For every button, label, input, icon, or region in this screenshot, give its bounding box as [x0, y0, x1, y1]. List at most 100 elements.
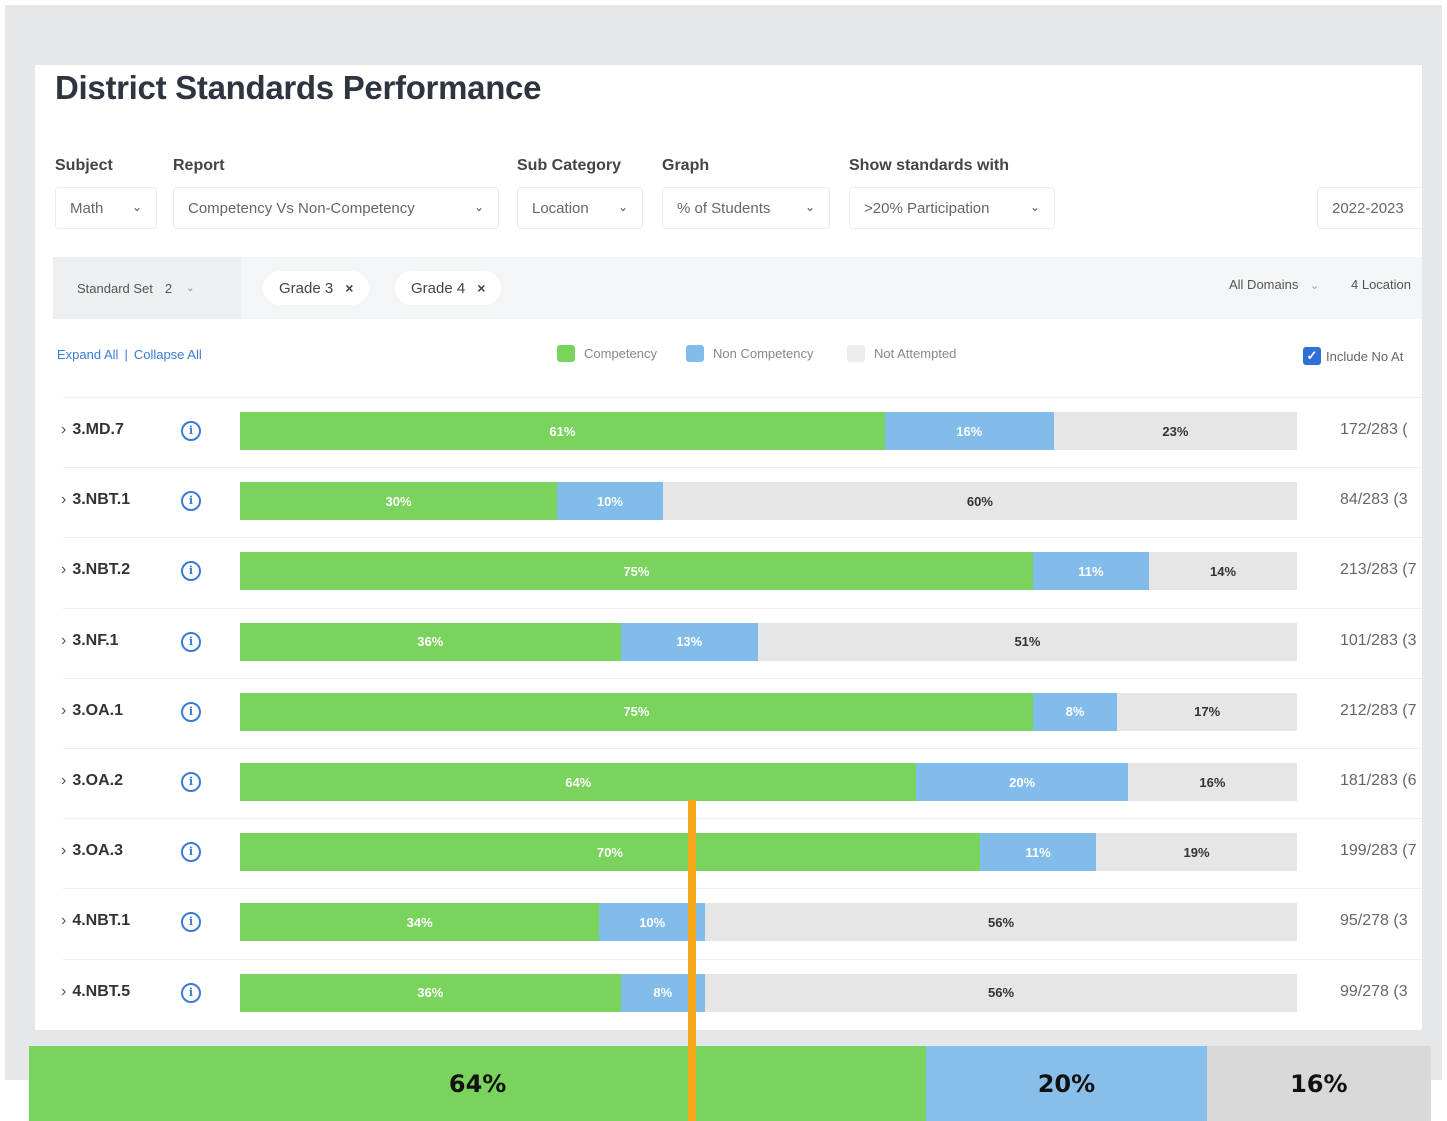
grade-chip[interactable]: Grade 4 × [395, 271, 502, 305]
bar-segment-not-attempted: 56% [705, 973, 1297, 1012]
sub-category-value: Location [532, 199, 589, 217]
subject-select[interactable]: Math ⌄ [55, 187, 157, 229]
standard-label[interactable]: › 3.OA.3 [61, 842, 123, 860]
standard-label[interactable]: › 3.NF.1 [61, 632, 119, 650]
info-icon[interactable]: i [181, 912, 201, 933]
student-count: 212/283 (7 [1340, 701, 1417, 719]
screenshot-frame: District Standards Performance Subject R… [5, 5, 1442, 1080]
subject-label: Subject [55, 157, 113, 174]
bar-segment-non-competency: 13% [620, 622, 758, 661]
bar-segment-not-attempted: 16% [1127, 763, 1297, 801]
standard-label[interactable]: › 4.NBT.5 [61, 983, 130, 1001]
report-card: District Standards Performance Subject R… [35, 65, 1422, 1030]
bar-segment-competency: 75% [240, 552, 1033, 591]
page-title: District Standards Performance [55, 69, 542, 106]
collapse-all-link[interactable]: Collapse All [134, 347, 202, 362]
report-select[interactable]: Competency Vs Non-Competency ⌄ [173, 187, 499, 229]
row-divider [63, 607, 1422, 609]
chevron-right-icon[interactable]: › [61, 772, 66, 789]
info-icon[interactable]: i [181, 491, 201, 512]
info-icon[interactable]: i [181, 701, 201, 722]
locations-value: 4 Location [1351, 277, 1411, 292]
info-icon[interactable]: i [181, 561, 201, 582]
data-label: 36% [417, 985, 444, 1001]
info-icon[interactable]: i [181, 982, 201, 1003]
info-icon[interactable]: i [181, 421, 201, 441]
standard-code: 3.MD.7 [72, 421, 124, 438]
chart-row[interactable]: › 3.OA.1 i 75% 8% 17% 212/283 (7 [35, 677, 1422, 748]
checkbox-checked-icon[interactable]: ✓ [1303, 347, 1321, 365]
grade-chip[interactable]: Grade 3 × [263, 271, 370, 305]
chevron-right-icon[interactable]: › [61, 561, 66, 578]
bar-segment-non-competency: 20% [916, 763, 1128, 801]
info-icon[interactable]: i [181, 631, 201, 652]
info-icon[interactable]: i [181, 772, 201, 792]
data-label: 75% [623, 704, 650, 720]
chevron-down-icon: ⌄ [1309, 280, 1320, 292]
student-count: 84/283 (3 [1340, 491, 1408, 509]
chart-row[interactable]: › 3.NF.1 i 36% 13% 51% 101/283 (3 [35, 607, 1422, 678]
show-standards-select[interactable]: >20% Participation ⌄ [849, 187, 1055, 229]
chart-row[interactable]: › 3.MD.7 i 61% 16% 23% 172/283 ( [35, 397, 1422, 467]
data-label: 17% [1194, 704, 1221, 720]
show-standards-label: Show standards with [849, 157, 1010, 174]
stacked-bar[interactable]: 70% 11% 19% [240, 833, 1297, 872]
chart-row[interactable]: › 3.OA.2 i 64% 20% 16% 181/283 (6 [35, 748, 1422, 818]
stacked-bar[interactable]: 36% 13% 51% [240, 622, 1297, 661]
chart-row[interactable]: › 3.NBT.1 i 30% 10% 60% 84/283 (3 [35, 467, 1422, 537]
stacked-bar[interactable]: 36% 8% 56% [240, 973, 1297, 1012]
stacked-bar[interactable]: 30% 10% 60% [240, 482, 1297, 521]
chart-row[interactable]: › 3.OA.3 i 70% 11% 19% 199/283 (7 [35, 818, 1422, 888]
standard-label[interactable]: › 3.NBT.2 [61, 561, 130, 579]
graph-label: Graph [662, 157, 710, 174]
standard-label[interactable]: › 3.OA.1 [61, 702, 123, 720]
chevron-right-icon[interactable]: › [61, 912, 66, 929]
data-label: 34% [406, 914, 433, 930]
stacked-bar[interactable]: 75% 8% 17% [240, 692, 1297, 731]
data-label: 19% [1183, 844, 1210, 860]
chevron-down-icon: ⌄ [804, 200, 815, 214]
standard-code: 3.NF.1 [72, 631, 119, 649]
stacked-bar[interactable]: 34% 10% 56% [240, 903, 1297, 942]
info-icon[interactable]: i [181, 842, 201, 863]
legend-item-competency: Competency [557, 345, 657, 362]
stacked-bar[interactable]: 61% 16% 23% [240, 412, 1297, 450]
chevron-right-icon[interactable]: › [61, 491, 66, 508]
row-divider [63, 888, 1422, 890]
data-label: 8% [1065, 704, 1085, 720]
chevron-down-icon: ⌄ [1029, 200, 1040, 214]
stacked-bar[interactable]: 64% 20% 16% [240, 763, 1297, 801]
chevron-right-icon[interactable]: › [61, 702, 66, 719]
legend-swatch [847, 345, 865, 362]
domains-select[interactable]: All Domains ⌄ [1229, 277, 1319, 292]
data-label: 61% [549, 423, 576, 439]
include-no-attempt-toggle[interactable]: ✓ Include No At [1303, 347, 1403, 365]
chevron-right-icon[interactable]: › [61, 983, 66, 1000]
locations-select[interactable]: 4 Location [1351, 277, 1411, 292]
chart-row[interactable]: › 3.NBT.2 i 75% 11% 14% 213/283 (7 [35, 537, 1422, 607]
close-icon[interactable]: × [345, 280, 353, 296]
chevron-right-icon[interactable]: › [61, 842, 66, 859]
data-label: 36% [417, 634, 444, 650]
bar-segment-not-attempted: 60% [662, 482, 1297, 521]
graph-select[interactable]: % of Students ⌄ [662, 187, 830, 229]
stacked-bar[interactable]: 75% 11% 14% [240, 552, 1297, 591]
chevron-right-icon[interactable]: › [61, 421, 66, 438]
sub-category-label: Sub Category [517, 157, 622, 174]
data-label: 13% [676, 634, 703, 650]
standard-label[interactable]: › 4.NBT.1 [61, 912, 130, 930]
sub-category-select[interactable]: Location ⌄ [517, 187, 643, 229]
standard-label[interactable]: › 3.NBT.1 [61, 491, 130, 509]
bar-segment-competency: 61% [240, 412, 885, 450]
chart-row[interactable]: › 4.NBT.5 i 36% 8% 56% 99/278 (3 [35, 958, 1422, 1029]
standard-set-select[interactable]: Standard Set 2 ⌄ [53, 257, 241, 319]
close-icon[interactable]: × [477, 280, 485, 296]
year-select[interactable]: 2022-2023 [1317, 187, 1422, 229]
expand-all-link[interactable]: Expand All [57, 347, 118, 362]
standard-label[interactable]: › 3.OA.2 [61, 772, 123, 790]
chart-row[interactable]: › 4.NBT.1 i 34% 10% 56% 95/278 (3 [35, 888, 1422, 958]
filter-bar: Standard Set 2 ⌄ Grade 3 × Grade 4 × All… [53, 257, 1422, 319]
chip-label: Grade 3 [279, 279, 334, 297]
standard-label[interactable]: › 3.MD.7 [61, 421, 124, 439]
chevron-right-icon[interactable]: › [61, 632, 66, 649]
